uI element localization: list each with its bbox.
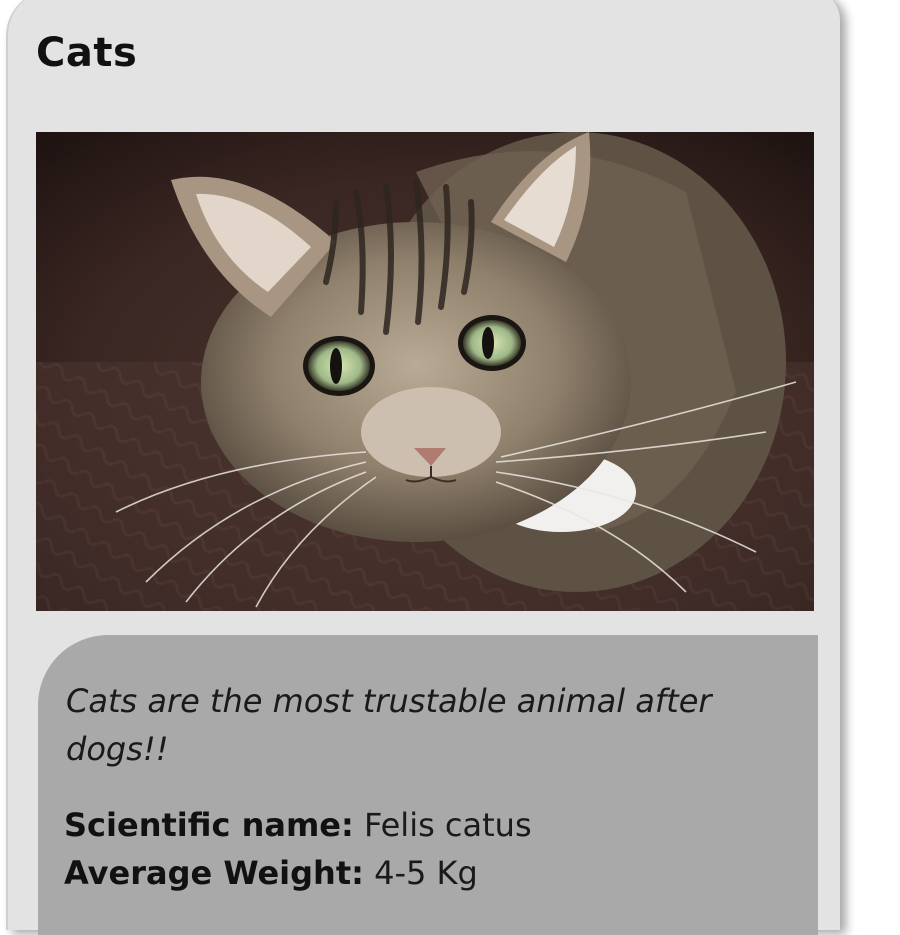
fact-value: 4-5 Kg [374,854,478,892]
fact-scientific-name: Scientific name: Felis catus [64,805,532,845]
fact-label: Scientific name [64,806,341,844]
fact-average-weight: Average Weight: 4-5 Kg [64,853,478,893]
cat-photo [36,132,814,611]
fact-colon: : [351,854,364,892]
tagline: Cats are the most trustable animal after… [66,682,712,768]
info-panel: Cats are the most trustable animal after… [38,635,818,935]
fact-value: Felis catus [363,806,532,844]
animal-card: Cats Cats are the most trustable animal … [6,0,840,935]
fact-label: Average Weight [64,854,352,892]
fact-colon: : [340,806,354,844]
card-title: Cats [36,30,138,76]
